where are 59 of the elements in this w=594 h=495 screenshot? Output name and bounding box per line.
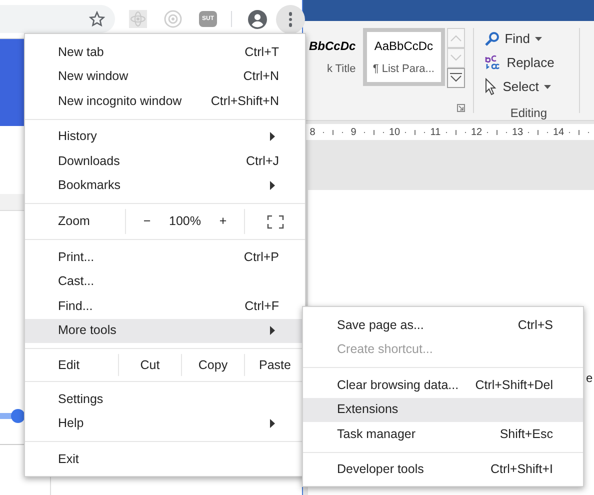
submenu-arrow-icon	[270, 326, 275, 336]
ruler-number: 10	[389, 126, 400, 140]
chevron-down-icon	[450, 54, 462, 62]
fullscreen-icon	[266, 214, 284, 228]
replace-icon	[484, 54, 502, 70]
menu-item[interactable]: Settings	[25, 387, 305, 412]
submenu-arrow-icon	[270, 181, 275, 190]
menu-item: Create shortcut...	[336, 341, 434, 358]
slider-drawing	[0, 408, 26, 424]
document-text: e	[586, 372, 593, 384]
edit-label: Edit	[25, 354, 119, 376]
profile-icon[interactable]	[248, 10, 267, 29]
star-icon[interactable]	[89, 11, 105, 27]
menu-item[interactable]: Bookmarks	[25, 174, 305, 198]
menu-item[interactable]: New window Ctrl+N	[25, 64, 305, 89]
zoom-out-button[interactable]: −	[126, 209, 168, 234]
ruler-number: 11	[430, 126, 441, 140]
menu-item[interactable]: Help	[25, 412, 305, 436]
menu-item[interactable]: Developer tools Ctrl+Shift+I	[303, 458, 583, 482]
zoom-in-button[interactable]: +	[202, 209, 245, 234]
editing-button[interactable]: Select	[484, 76, 574, 97]
ruler-number: 12	[471, 126, 482, 140]
edit-button[interactable]: Paste	[245, 354, 305, 376]
menu-item[interactable]: History	[25, 124, 305, 149]
zoom-label: Zoom	[25, 209, 126, 234]
address-bar[interactable]	[0, 5, 115, 33]
ruler-number: 14	[553, 126, 564, 140]
search-icon	[484, 30, 500, 46]
menu-item[interactable]: New tab Ctrl+T	[25, 40, 305, 64]
group-label: Editing	[509, 105, 548, 122]
edit-button[interactable]: Cut	[119, 354, 182, 376]
ruler-number: 9	[350, 126, 358, 140]
zoom-level: 100%	[168, 213, 202, 230]
submenu-arrow-icon	[270, 419, 275, 428]
editing-button[interactable]: Find	[484, 28, 574, 49]
style-gallery-item[interactable]: AaBbCcDc ¶ List Para...	[362, 28, 445, 86]
menu-item[interactable]: New incognito window Ctrl+Shift+N	[25, 89, 305, 114]
style-gallery-item[interactable]: BbCcDc k Title	[303, 28, 363, 86]
menu-item[interactable]: Exit	[25, 447, 305, 472]
menu-item[interactable]: Extensions	[303, 398, 583, 422]
ruler-number: 13	[512, 126, 523, 140]
expand-icon	[450, 73, 462, 83]
edit-button[interactable]: Copy	[182, 354, 245, 376]
dialog-launcher-icon[interactable]	[456, 104, 465, 112]
menu-item[interactable]: Cast...	[25, 270, 305, 294]
menu-item[interactable]: Clear browsing data... Ctrl+Shift+Del	[303, 373, 583, 398]
menu-item[interactable]: Print... Ctrl+P	[25, 245, 305, 270]
submenu-arrow-icon	[270, 132, 275, 142]
menu-button[interactable]	[276, 5, 305, 34]
menu-item[interactable]: Task manager Shift+Esc	[303, 422, 583, 446]
chevron-up-icon	[450, 34, 462, 42]
menu-item[interactable]: More tools	[25, 318, 305, 343]
editing-button[interactable]: Replace	[484, 52, 574, 73]
menu-item[interactable]: Save page as... Ctrl+S	[303, 313, 583, 338]
menu-item[interactable]: Find... Ctrl+F	[25, 294, 305, 318]
cursor-icon	[484, 78, 498, 96]
ruler-number: 8	[308, 126, 316, 140]
more-styles-button[interactable]	[446, 68, 465, 88]
menu-item[interactable]: Downloads Ctrl+J	[25, 149, 305, 174]
